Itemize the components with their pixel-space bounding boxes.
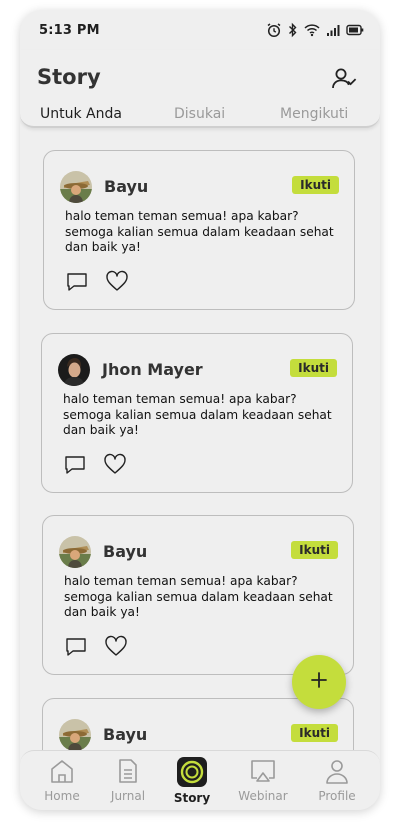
author-name[interactable]: Bayu: [104, 177, 148, 196]
add-story-button[interactable]: [292, 655, 346, 709]
page-title: Story: [37, 65, 101, 89]
follow-button[interactable]: Ikuti: [292, 176, 339, 194]
story-tabs: Untuk Anda Disukai Mengikuti: [20, 104, 380, 126]
comment-icon[interactable]: [65, 636, 87, 658]
bottom-nav: Home Jurnal Story Webinar Profile: [20, 750, 380, 810]
follow-button[interactable]: Ikuti: [291, 541, 338, 559]
nav-label: Home: [44, 789, 80, 803]
nav-story[interactable]: Story: [157, 757, 227, 805]
plus-icon: [310, 671, 328, 693]
battery-icon: [346, 24, 364, 36]
nav-webinar[interactable]: Webinar: [228, 757, 298, 803]
nav-label: Story: [173, 791, 211, 805]
nav-label: Profile: [318, 789, 356, 803]
nav-home[interactable]: Home: [27, 757, 97, 803]
author-name[interactable]: Bayu: [103, 542, 147, 561]
follow-button[interactable]: Ikuti: [290, 359, 337, 377]
post-text: halo teman teman semua! apa kabar? semog…: [63, 392, 332, 437]
tab-disukai[interactable]: Disukai: [174, 106, 225, 122]
heart-icon[interactable]: [105, 270, 129, 292]
wifi-icon: [304, 23, 320, 37]
avatar[interactable]: [58, 354, 90, 386]
heart-icon[interactable]: [104, 635, 128, 657]
comment-icon[interactable]: [64, 454, 86, 476]
post-text: halo teman teman semua! apa kabar? semog…: [64, 574, 333, 619]
home-icon: [51, 760, 73, 783]
nav-jurnal[interactable]: Jurnal: [93, 757, 163, 803]
nav-label: Webinar: [238, 789, 288, 803]
signal-icon: [326, 24, 340, 37]
bluetooth-icon: [288, 22, 298, 38]
comment-icon[interactable]: [66, 271, 88, 293]
journal-icon: [119, 759, 137, 783]
story-icon: [177, 757, 207, 787]
avatar[interactable]: [60, 171, 92, 203]
heart-icon[interactable]: [103, 453, 127, 475]
phone-screen: 5:13 PM Story Untuk Anda Disukai Mengiku…: [20, 10, 380, 810]
story-card: Bayu Ikuti halo teman teman semua! apa k…: [42, 515, 354, 675]
tab-untuk-anda[interactable]: Untuk Anda: [40, 106, 122, 122]
tab-mengikuti[interactable]: Mengikuti: [280, 106, 348, 122]
alarm-icon: [266, 22, 282, 38]
story-card: Bayu Ikuti halo teman teman semua! apa k…: [43, 150, 355, 310]
status-time: 5:13 PM: [39, 23, 100, 38]
author-name[interactable]: Bayu: [103, 725, 147, 744]
status-icons: [266, 22, 364, 38]
status-bar: 5:13 PM: [20, 10, 380, 50]
nav-label: Jurnal: [110, 789, 146, 803]
nav-profile[interactable]: Profile: [302, 757, 372, 803]
user-check-icon[interactable]: [330, 65, 358, 93]
follow-button[interactable]: Ikuti: [291, 724, 338, 742]
story-card: Jhon Mayer Ikuti halo teman teman semua!…: [41, 333, 353, 493]
avatar[interactable]: [59, 536, 91, 568]
post-text: halo teman teman semua! apa kabar? semog…: [65, 209, 334, 254]
webinar-icon: [251, 760, 275, 782]
author-name[interactable]: Jhon Mayer: [102, 360, 203, 379]
profile-icon: [326, 760, 348, 784]
header: Story Untuk Anda Disukai Mengikuti: [20, 50, 380, 128]
avatar[interactable]: [59, 719, 91, 750]
